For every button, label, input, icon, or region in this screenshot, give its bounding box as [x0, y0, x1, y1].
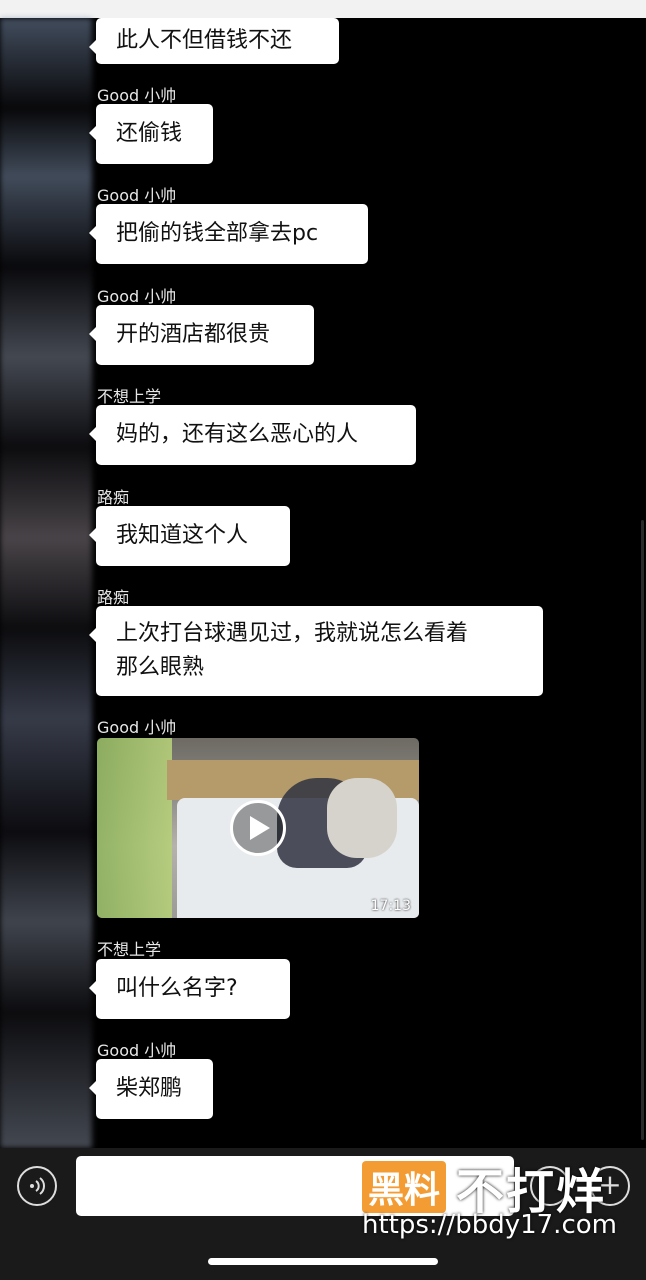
sender-name: Good 小帅 — [97, 1041, 177, 1060]
video-thumbnail-figure — [327, 778, 397, 858]
sender-name: 路痴 — [97, 488, 130, 507]
voice-icon[interactable] — [17, 1166, 57, 1206]
message-bubble: 开的酒店都很贵 — [89, 305, 314, 365]
message-text: 把偷的钱全部拿去pc — [116, 221, 319, 246]
message-text: 叫什么名字? — [116, 976, 238, 1001]
message-text: 此人不但借钱不还 — [116, 28, 293, 53]
message-bubble: 上次打台球遇见过，我就说怎么看着 那么眼熟 — [89, 606, 543, 696]
message-text: 还偷钱 — [116, 121, 183, 146]
home-indicator[interactable] — [208, 1258, 438, 1265]
video-thumbnail-curtain — [97, 738, 172, 918]
sender-name: 不想上学 — [97, 940, 162, 959]
video-duration: 17:13 — [370, 898, 411, 914]
message-bubble: 妈的，还有这么恶心的人 — [89, 405, 416, 465]
sender-name: Good 小帅 — [97, 86, 177, 105]
watermark-url: https://bbdy17.com — [362, 1210, 617, 1240]
message-text: 我知道这个人 — [116, 523, 249, 548]
message-bubble: 此人不但借钱不还 — [89, 18, 339, 64]
sender-name: Good 小帅 — [97, 186, 177, 205]
message-bubble: 叫什么名字? — [89, 959, 290, 1019]
message-bubble: 把偷的钱全部拿去pc — [89, 204, 368, 264]
watermark-brand: 黑料 — [362, 1161, 447, 1213]
message-text: 柴郑鹏 — [116, 1076, 183, 1101]
play-icon[interactable] — [230, 800, 286, 856]
message-text: 妈的，还有这么恶心的人 — [116, 422, 359, 447]
message-text: 开的酒店都很贵 — [116, 322, 271, 347]
sender-name: 不想上学 — [97, 387, 162, 406]
message-bubble: 还偷钱 — [89, 104, 213, 164]
sender-name: Good 小帅 — [97, 287, 177, 306]
blurred-avatars — [0, 18, 92, 1148]
message-text-line2: 那么眼熟 — [116, 655, 205, 680]
message-bubble: 柴郑鹏 — [89, 1059, 213, 1119]
video-message[interactable]: 17:13 — [97, 738, 419, 918]
message-text-line1: 上次打台球遇见过，我就说怎么看着 — [116, 621, 469, 646]
top-strip — [0, 0, 646, 18]
scrollbar[interactable] — [641, 520, 644, 1140]
sender-name: Good 小帅 — [97, 718, 177, 737]
message-bubble: 我知道这个人 — [89, 506, 290, 566]
sender-name: 路痴 — [97, 588, 130, 607]
